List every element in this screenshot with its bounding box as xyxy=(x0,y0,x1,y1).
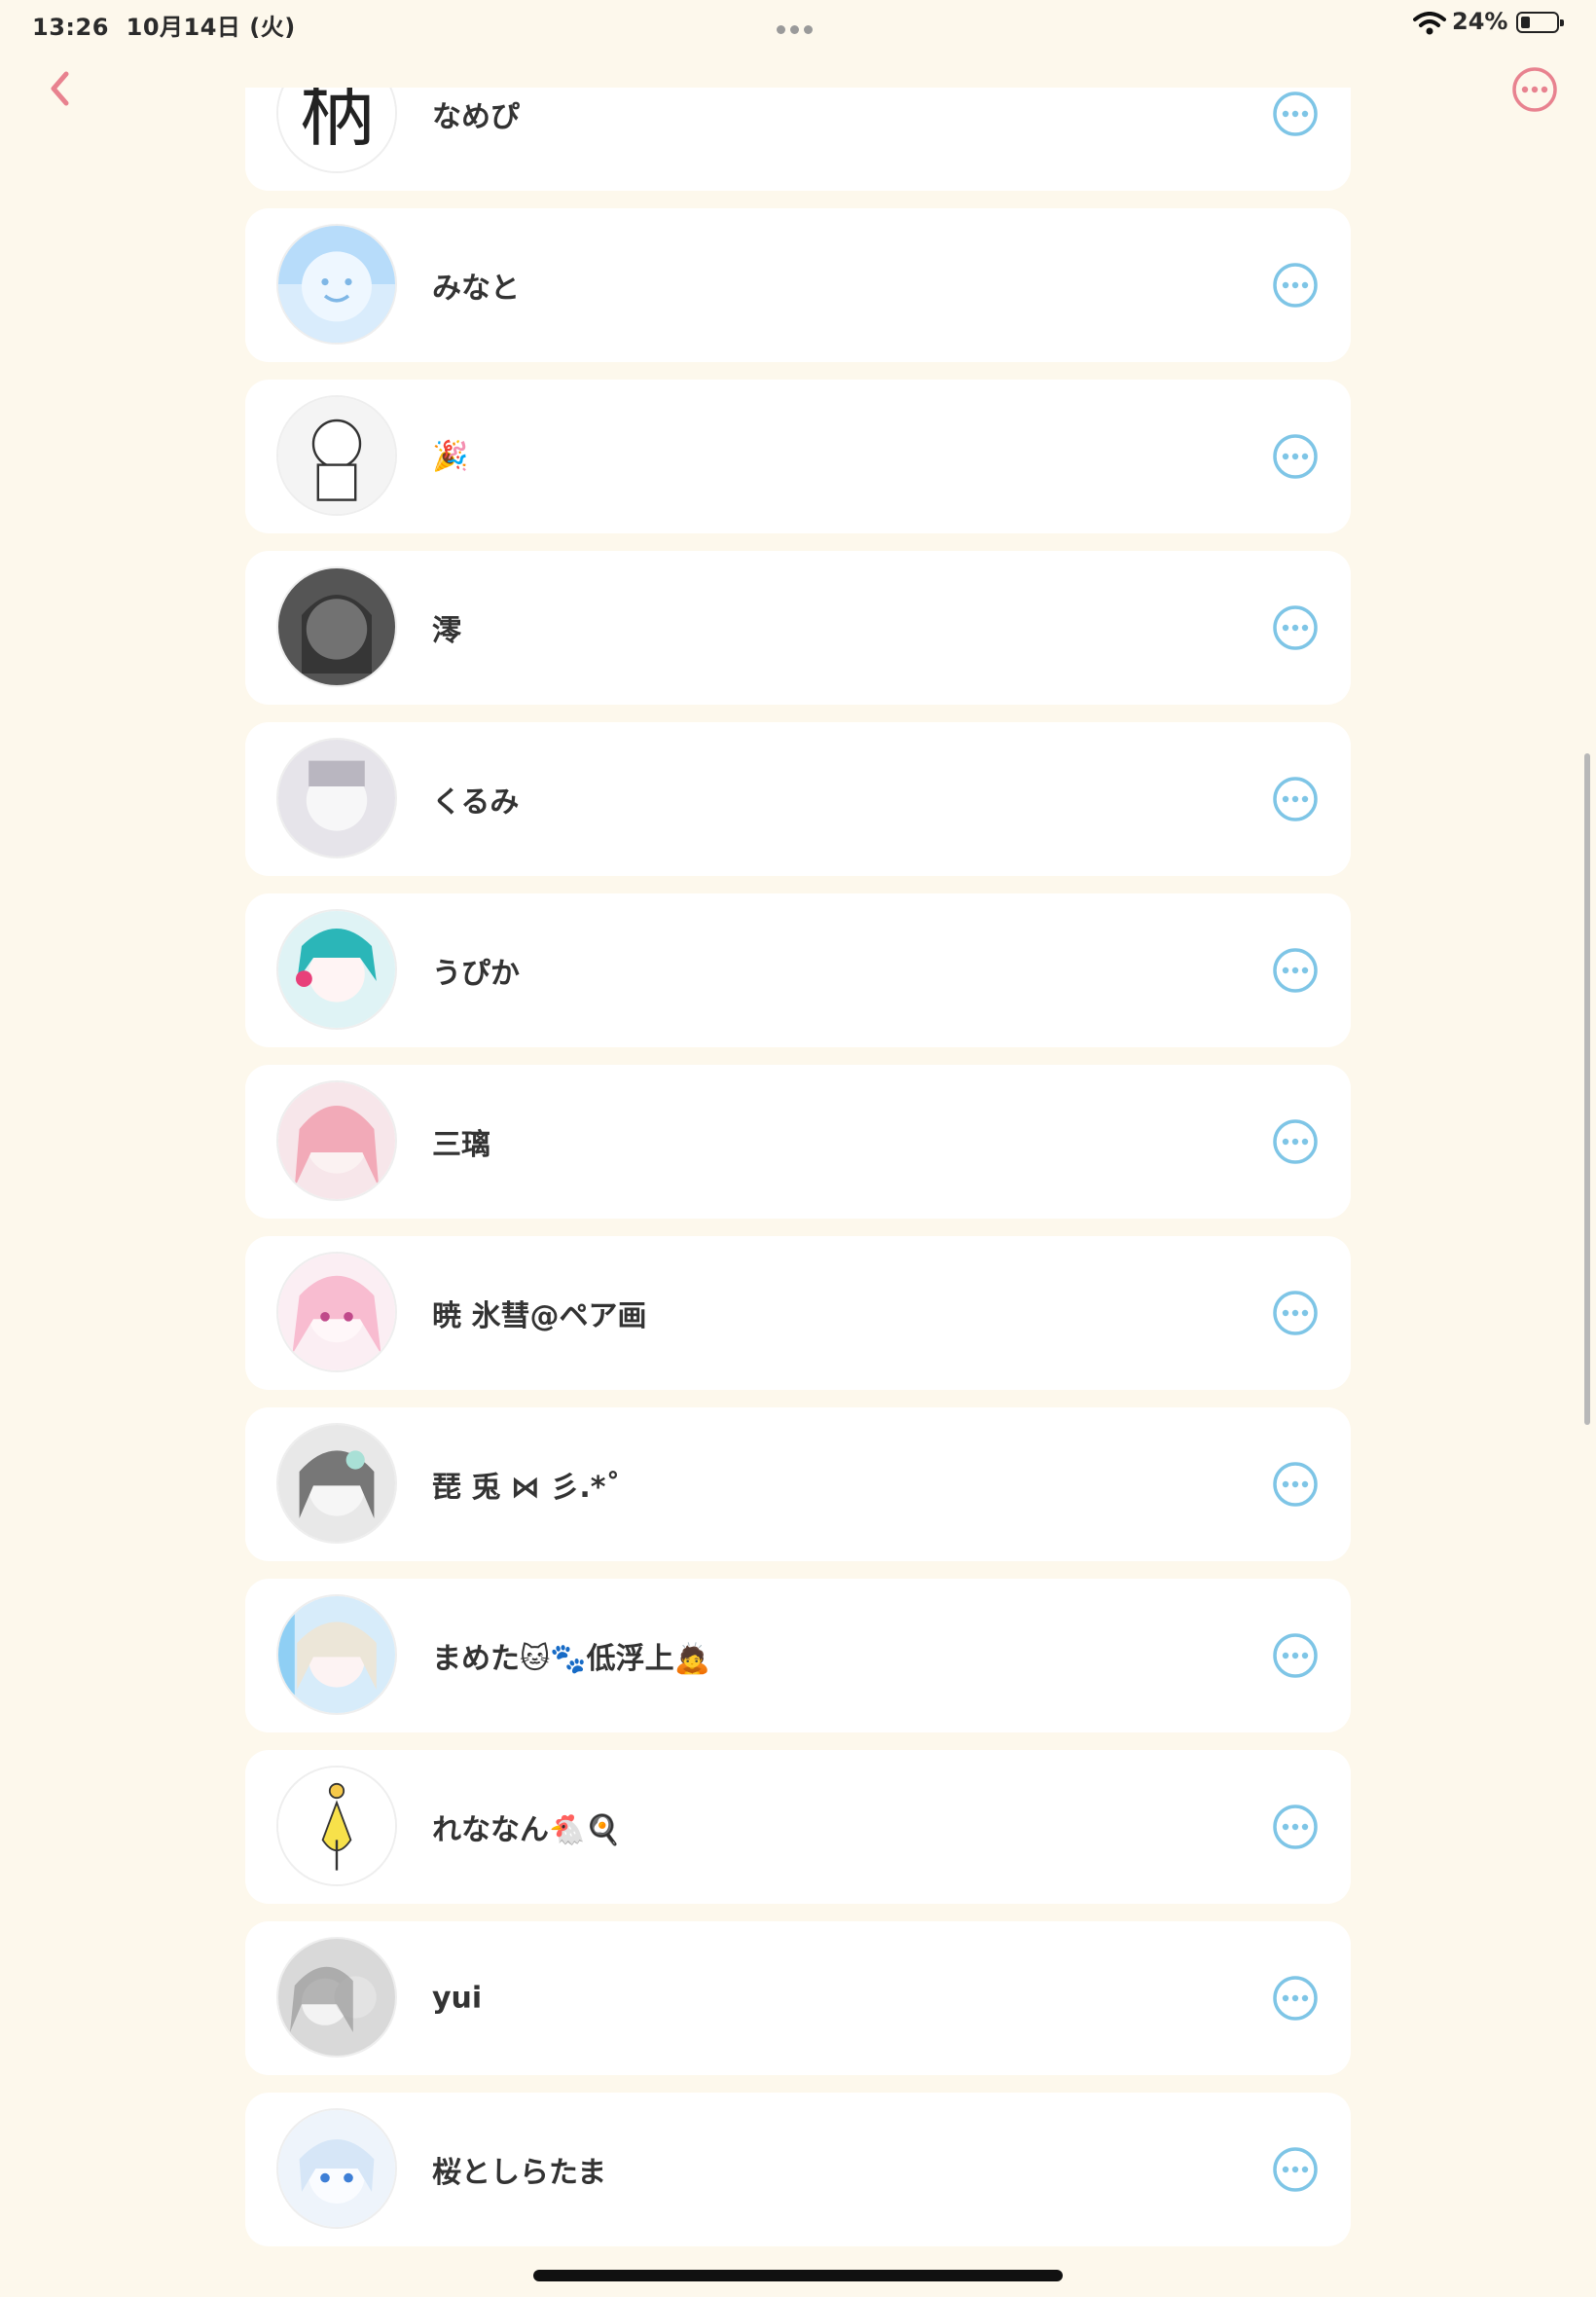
user-name: れななん🐔🍳 xyxy=(432,1813,622,1847)
user-name: 🎉 xyxy=(432,439,469,474)
row-more-button[interactable] xyxy=(1271,603,1320,652)
user-row[interactable]: まめた🐱🐾低浮上🙇 xyxy=(245,1579,1351,1732)
user-name: 琵 兎 ⋈ 彡.*˚ xyxy=(432,1471,621,1505)
user-row[interactable]: れななん🐔🍳 xyxy=(245,1750,1351,1904)
avatar[interactable] xyxy=(276,1766,397,1886)
avatar[interactable] xyxy=(276,738,397,858)
row-more-button[interactable] xyxy=(1271,1631,1320,1680)
user-name: yui xyxy=(432,1981,483,2016)
chevron-left-icon xyxy=(51,71,69,106)
user-name: くるみ xyxy=(432,785,520,820)
avatar[interactable] xyxy=(276,1252,397,1372)
row-more-button[interactable] xyxy=(1271,2145,1320,2194)
row-more-button[interactable] xyxy=(1271,1289,1320,1337)
user-name: みなと xyxy=(432,272,520,306)
status-time: 13:26 10月14日 (火) xyxy=(32,14,296,41)
more-options-button[interactable] xyxy=(1510,65,1559,114)
row-more-button[interactable] xyxy=(1271,432,1320,481)
home-indicator[interactable] xyxy=(533,2270,1063,2281)
status-bar: 13:26 10月14日 (火) 24% xyxy=(0,0,1596,47)
row-more-button[interactable] xyxy=(1271,261,1320,310)
user-row[interactable]: 🎉 xyxy=(245,380,1351,533)
ellipsis-circle-icon xyxy=(1512,67,1557,112)
row-more-button[interactable] xyxy=(1271,775,1320,823)
user-row[interactable]: 三璃 xyxy=(245,1065,1351,1219)
avatar[interactable] xyxy=(276,224,397,345)
user-row[interactable]: 桜としらたま xyxy=(245,2093,1351,2246)
status-date: 10月14日 (火) xyxy=(126,14,296,41)
avatar[interactable] xyxy=(276,1423,397,1544)
avatar[interactable]: 柄 xyxy=(276,88,397,173)
ellipsis-circle-icon xyxy=(1273,434,1318,479)
ellipsis-circle-icon xyxy=(1273,1462,1318,1507)
user-name: 桜としらたま xyxy=(432,2156,607,2190)
ellipsis-circle-icon xyxy=(1273,1633,1318,1678)
user-row[interactable]: くるみ xyxy=(245,722,1351,876)
ellipsis-circle-icon xyxy=(1273,1976,1318,2021)
avatar[interactable] xyxy=(276,1594,397,1715)
user-row[interactable]: うぴか xyxy=(245,893,1351,1047)
user-name: 三璃 xyxy=(432,1128,490,1162)
row-more-button[interactable] xyxy=(1271,1803,1320,1851)
ellipsis-circle-icon xyxy=(1273,263,1318,308)
avatar[interactable] xyxy=(276,1080,397,1201)
user-row[interactable]: 琵 兎 ⋈ 彡.*˚ xyxy=(245,1407,1351,1561)
scrollbar[interactable] xyxy=(1584,753,1590,1425)
avatar[interactable] xyxy=(276,1937,397,2058)
avatar[interactable] xyxy=(276,909,397,1030)
row-more-button[interactable] xyxy=(1271,946,1320,995)
user-row[interactable]: 柄 なめぴ xyxy=(245,88,1351,191)
user-row[interactable]: みなと xyxy=(245,208,1351,362)
ellipsis-circle-icon xyxy=(1273,91,1318,136)
user-name: 暁 氷彗@ペア画 xyxy=(432,1299,647,1333)
user-row[interactable]: 暁 氷彗@ペア画 xyxy=(245,1236,1351,1390)
battery-percent: 24% xyxy=(1452,8,1508,35)
user-row[interactable]: 澪 xyxy=(245,551,1351,705)
ellipsis-circle-icon xyxy=(1273,777,1318,821)
avatar[interactable] xyxy=(276,2108,397,2229)
back-button[interactable] xyxy=(37,64,86,113)
ellipsis-circle-icon xyxy=(1273,948,1318,993)
user-name: なめぴ xyxy=(432,100,520,134)
multitasking-dots-icon[interactable] xyxy=(777,19,819,34)
row-more-button[interactable] xyxy=(1271,1117,1320,1166)
ellipsis-circle-icon xyxy=(1273,1805,1318,1849)
avatar[interactable] xyxy=(276,566,397,687)
avatar[interactable] xyxy=(276,395,397,516)
ellipsis-circle-icon xyxy=(1273,2147,1318,2192)
row-more-button[interactable] xyxy=(1271,1974,1320,2023)
user-list[interactable]: 柄 なめぴみなと 🎉 澪くるみうぴか三璃暁 氷彗@ペア画 琵 兎 ⋈ 彡.*˚ まめた🐱… xyxy=(245,88,1351,2297)
ellipsis-circle-icon xyxy=(1273,1291,1318,1335)
ellipsis-circle-icon xyxy=(1273,605,1318,650)
user-name: 澪 xyxy=(432,614,461,648)
battery-icon xyxy=(1516,12,1564,33)
svg-text:柄: 柄 xyxy=(300,88,375,157)
user-name: うぴか xyxy=(432,957,520,991)
row-more-button[interactable] xyxy=(1271,1460,1320,1509)
user-name: まめた🐱🐾低浮上🙇 xyxy=(432,1642,710,1676)
wifi-icon xyxy=(1413,12,1446,35)
row-more-button[interactable] xyxy=(1271,90,1320,138)
user-row[interactable]: yui xyxy=(245,1921,1351,2075)
ellipsis-circle-icon xyxy=(1273,1119,1318,1164)
